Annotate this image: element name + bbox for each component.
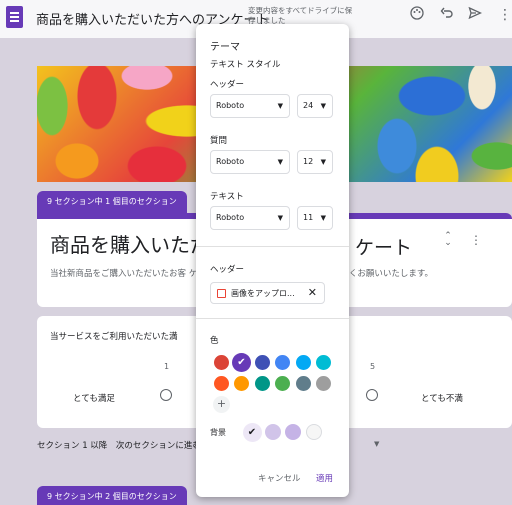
text-font-select[interactable]: Roboto ▼ (210, 206, 290, 230)
scale-radio-5[interactable] (366, 389, 378, 401)
scale-max-value: 5 (370, 362, 376, 371)
header-font-value: Roboto (216, 101, 245, 110)
background-color-swatch[interactable] (264, 424, 281, 440)
theme-color-swatch[interactable] (254, 375, 270, 391)
theme-color-swatch[interactable]: ✔ (232, 352, 251, 372)
background-color-swatch[interactable] (285, 424, 301, 440)
text-style-label: テキスト (210, 192, 244, 202)
theme-color-swatch[interactable] (295, 375, 311, 391)
header-font-select[interactable]: Roboto ▼ (210, 94, 290, 118)
dialog-title: テーマ (210, 42, 240, 53)
divider (196, 246, 349, 247)
chevron-down-icon[interactable]: ▼ (374, 440, 379, 448)
forms-logo-icon[interactable] (6, 6, 23, 28)
chevron-down-icon: ▼ (320, 214, 326, 222)
question-style-label: 質問 (210, 136, 228, 146)
form-title-tail[interactable]: ケート (355, 233, 412, 260)
theme-color-swatch[interactable] (295, 354, 311, 370)
more-icon[interactable]: ⋮ (498, 6, 512, 24)
apply-button[interactable]: 適用 (316, 472, 333, 484)
theme-color-swatch[interactable] (316, 354, 331, 370)
undo-icon[interactable] (438, 6, 456, 24)
theme-color-swatch[interactable] (316, 375, 331, 391)
header-size-value: 24 (303, 101, 314, 110)
chevron-down-icon: ▼ (277, 158, 283, 166)
text-size-select[interactable]: 11 ▼ (297, 206, 333, 230)
theme-color-swatch[interactable] (275, 375, 290, 391)
add-color-icon[interactable]: + (213, 396, 230, 413)
save-status: 変更内容をすべてドライブに保存しました (248, 6, 353, 25)
image-icon (217, 289, 226, 298)
check-icon: ✔ (237, 356, 246, 368)
section-1-tab: 9 セクション中 1 個目のセクション (37, 191, 187, 213)
question-text[interactable]: 当サービスをご利用いただいた満 (50, 330, 178, 342)
form-title[interactable]: 商品を購入いただ (50, 229, 210, 258)
scale-min-value: 1 (164, 362, 170, 371)
text-font-value: Roboto (216, 213, 245, 222)
scale-max-label: とても不満 (421, 394, 463, 404)
after-section-dropdown[interactable]: セクション 1 以降 次のセクションに進む (37, 439, 201, 451)
background-color-swatch-selected[interactable]: ✔ (242, 422, 262, 442)
chevron-down-icon: ▼ (277, 214, 283, 222)
theme-color-swatch[interactable] (213, 354, 229, 370)
scale-radio-1[interactable] (160, 389, 172, 401)
section-2-tab: 9 セクション中 2 個目のセクション (37, 486, 187, 505)
cancel-button[interactable]: キャンセル (258, 472, 301, 484)
palette-icon[interactable] (408, 6, 426, 24)
chevron-down-icon: ▼ (320, 102, 326, 110)
collapse-icon[interactable]: ⌃ ⌄ (442, 232, 454, 248)
section-more-icon[interactable]: ⋮ (470, 233, 482, 247)
theme-color-swatch[interactable] (234, 375, 249, 391)
header-image-label: ヘッダー (210, 265, 245, 275)
header-image-upload[interactable]: 画像をアップロ... ✕ (210, 282, 325, 304)
background-label: 背景 (210, 428, 226, 437)
question-font-select[interactable]: Roboto ▼ (210, 150, 290, 174)
scale-min-label: とても満足 (73, 394, 115, 404)
header-size-select[interactable]: 24 ▼ (297, 94, 333, 118)
header-style-label: ヘッダー (210, 80, 245, 90)
close-icon[interactable]: ✕ (308, 286, 317, 299)
question-size-select[interactable]: 12 ▼ (297, 150, 333, 174)
divider (196, 318, 349, 319)
chevron-down-icon: ▼ (320, 158, 326, 166)
question-font-value: Roboto (216, 157, 245, 166)
color-label: 色 (210, 336, 219, 346)
text-size-value: 11 (303, 213, 314, 222)
header-image-filename: 画像をアップロ... (231, 289, 295, 298)
text-style-heading: テキスト スタイル (210, 60, 281, 70)
theme-color-swatch[interactable] (275, 354, 290, 370)
question-size-value: 12 (303, 157, 314, 166)
chevron-down-icon: ▼ (277, 102, 283, 110)
background-color-swatch[interactable] (305, 424, 322, 440)
theme-color-swatch[interactable] (254, 354, 270, 370)
theme-dialog: テーマ テキスト スタイル ヘッダー Roboto ▼ 24 ▼ 質問 Robo… (196, 24, 349, 497)
send-icon[interactable] (466, 6, 484, 24)
theme-color-swatch[interactable] (213, 375, 229, 391)
